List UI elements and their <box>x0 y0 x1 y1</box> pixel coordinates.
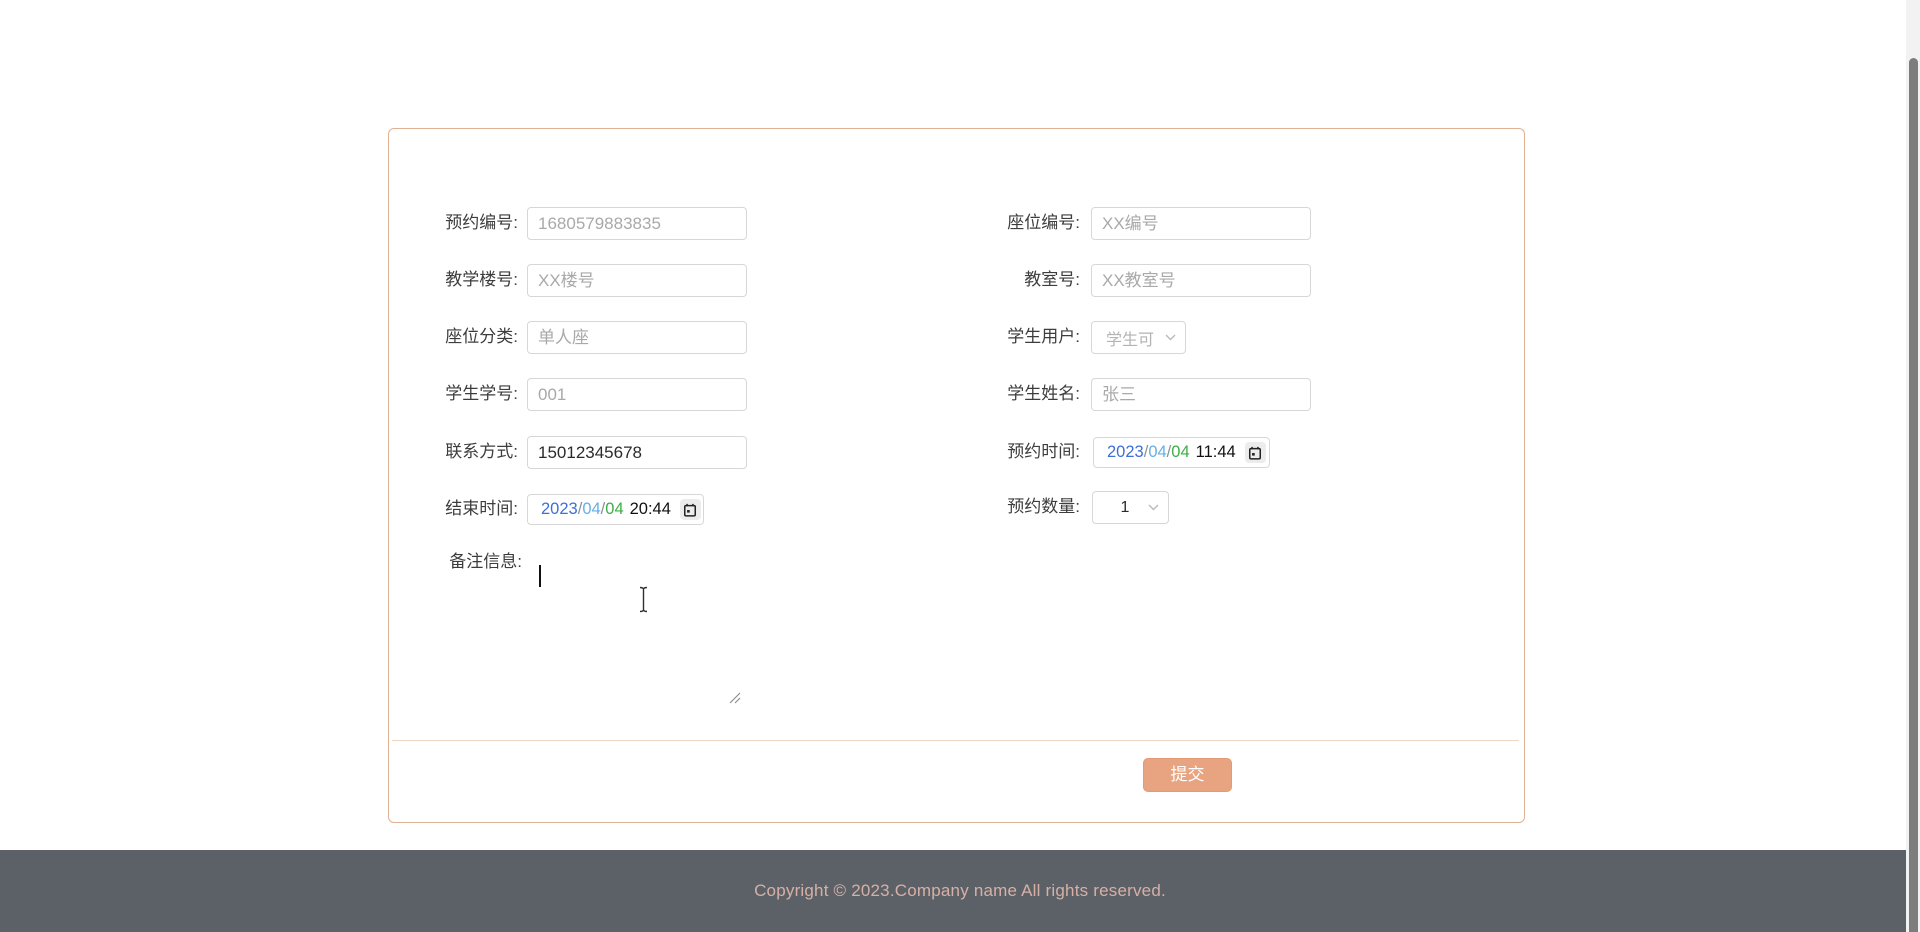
classroom-no-input[interactable] <box>1091 264 1311 297</box>
calendar-icon[interactable] <box>1244 442 1266 463</box>
student-user-value: 学生可 <box>1106 331 1155 349</box>
label-remarks: 备注信息: <box>449 552 522 571</box>
label-student-name: 学生姓名: <box>1007 384 1080 403</box>
label-student-no: 学生学号: <box>445 384 518 403</box>
quantity-value: 1 <box>1120 498 1130 516</box>
copyright-text: Copyright © 2023.Company name All rights… <box>754 881 1166 900</box>
reserve-time-month: 04 <box>1148 443 1167 461</box>
remarks-textarea[interactable] <box>527 557 743 706</box>
label-student-user: 学生用户: <box>1007 327 1080 346</box>
label-contact: 联系方式: <box>445 442 518 461</box>
label-quantity: 预约数量: <box>1007 497 1080 516</box>
student-user-select[interactable]: 学生可 <box>1091 321 1186 354</box>
reserve-time-year: 2023 <box>1107 443 1144 461</box>
seat-category-input[interactable] <box>527 321 747 354</box>
end-time-year: 2023 <box>541 500 578 518</box>
quantity-select[interactable]: 1 <box>1092 491 1169 524</box>
contact-input[interactable] <box>527 436 747 469</box>
label-end-time: 结束时间: <box>445 499 518 518</box>
label-reserve-time: 预约时间: <box>1007 442 1080 461</box>
label-classroom-no: 教室号: <box>1024 270 1080 289</box>
label-seat-no: 座位编号: <box>1007 213 1080 232</box>
reserve-time-clock: 11:44 <box>1195 443 1236 461</box>
submit-button[interactable]: 提交 <box>1143 758 1232 792</box>
label-building-no: 教学楼号: <box>445 270 518 289</box>
reserve-time-input[interactable]: 2023/04/04 11:44 <box>1093 437 1270 468</box>
label-reservation-no: 预约编号: <box>445 213 518 232</box>
student-name-input[interactable] <box>1091 378 1311 411</box>
end-time-input[interactable]: 2023/04/04 20:44 <box>527 494 704 525</box>
student-no-input[interactable] <box>527 378 747 411</box>
building-no-input[interactable] <box>527 264 747 297</box>
end-time-month: 04 <box>582 500 601 518</box>
page-footer: Copyright © 2023.Company name All rights… <box>0 850 1920 932</box>
calendar-icon[interactable] <box>679 499 701 520</box>
vertical-scrollbar-thumb[interactable] <box>1909 58 1918 932</box>
form-divider <box>392 740 1519 741</box>
seat-no-input[interactable] <box>1091 207 1311 240</box>
text-caret <box>539 565 541 587</box>
label-seat-category: 座位分类: <box>445 327 518 346</box>
end-time-clock: 20:44 <box>629 500 671 518</box>
reserve-time-day: 04 <box>1171 443 1190 461</box>
vertical-scrollbar-track[interactable] <box>1906 0 1920 932</box>
chevron-down-icon <box>1148 504 1159 511</box>
chevron-down-icon <box>1165 334 1176 341</box>
end-time-day: 04 <box>605 500 624 518</box>
reservation-no-input[interactable] <box>527 207 747 240</box>
